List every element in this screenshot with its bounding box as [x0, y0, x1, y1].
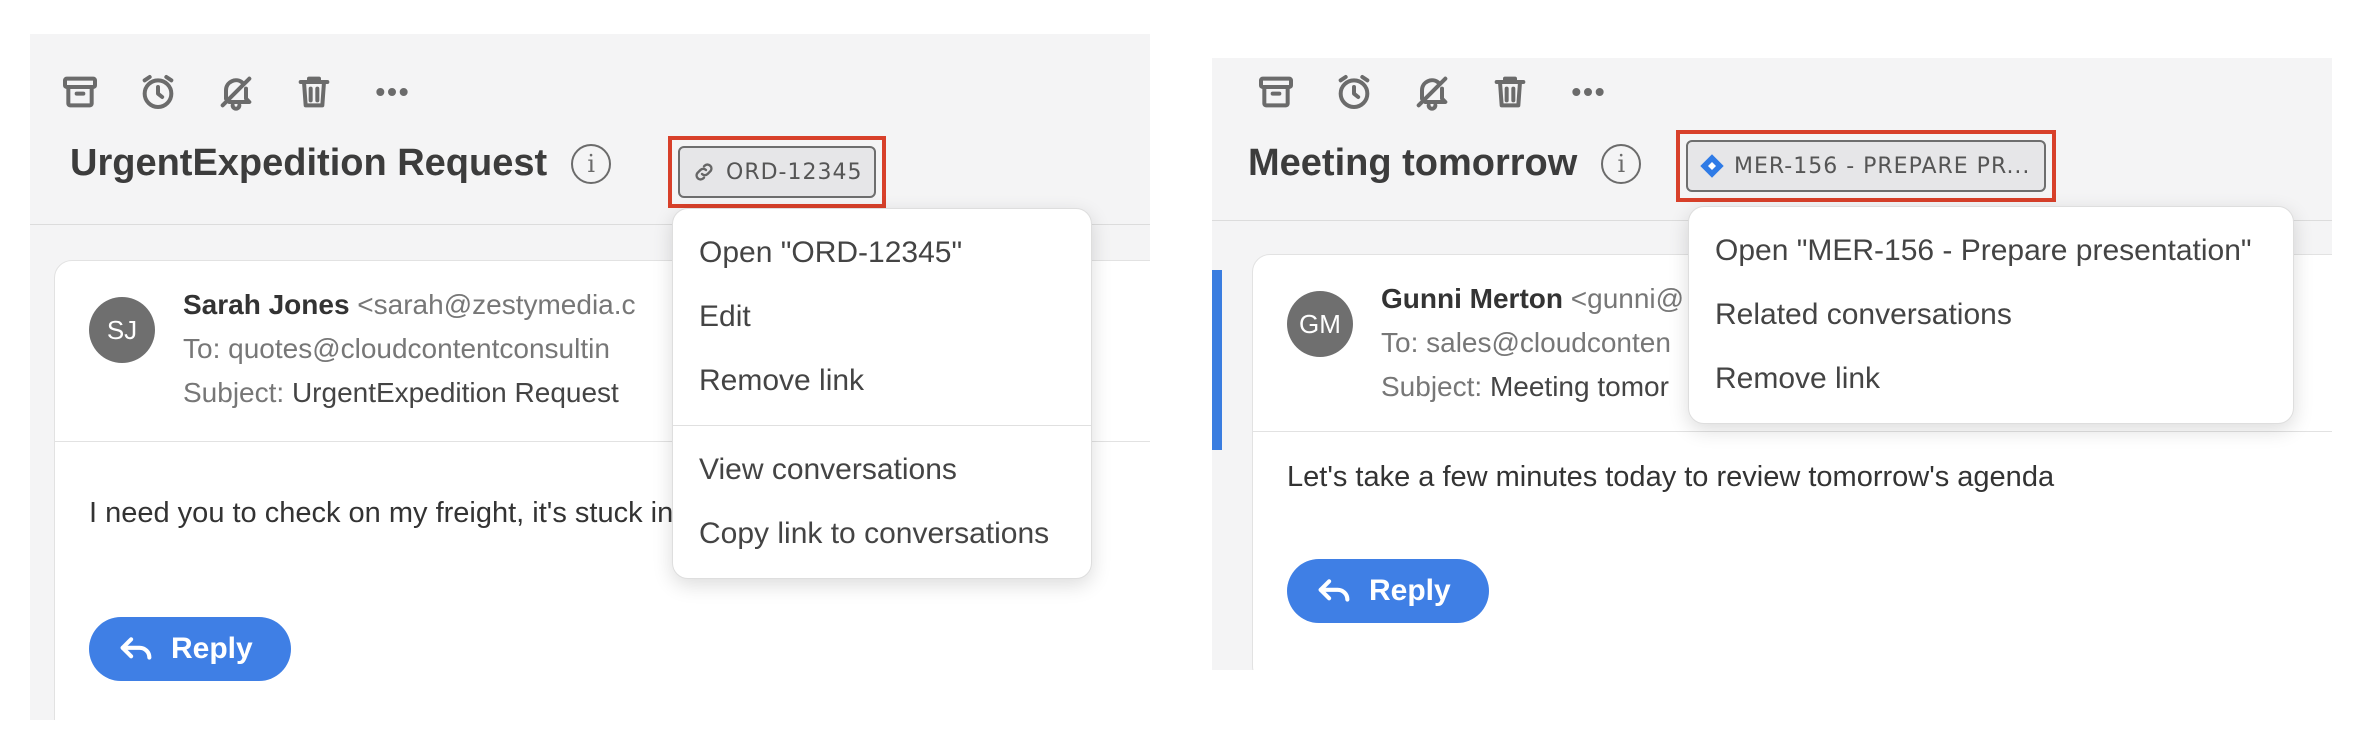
reply-button[interactable]: Reply [1287, 559, 1489, 623]
chip-label: ORD-12345 [726, 159, 863, 185]
menu-item-related-conversations[interactable]: Related conversations [1689, 283, 2293, 347]
trash-icon[interactable] [290, 68, 338, 116]
snooze-clock-icon[interactable] [1330, 68, 1378, 116]
menu-item-edit[interactable]: Edit [673, 285, 1091, 349]
recipient-line: To: sales@cloudconten [1381, 327, 1671, 358]
sender-email: <gunni@ [1562, 283, 1685, 314]
email-panel-left: UrgentExpedition Request i ORD-12345 SJ … [30, 34, 1150, 720]
title-row: UrgentExpedition Request i [70, 142, 612, 185]
avatar: SJ [89, 297, 155, 363]
mute-bell-icon[interactable] [212, 68, 260, 116]
selection-accent-bar [1212, 270, 1222, 450]
menu-item-open[interactable]: Open "MER-156 - Prepare presentation" [1689, 219, 2293, 283]
title-row: Meeting tomorrow i [1248, 142, 1642, 185]
info-icon[interactable]: i [1601, 143, 1642, 184]
menu-item-open[interactable]: Open "ORD-12345" [673, 221, 1091, 285]
link-icon [695, 163, 713, 181]
reply-label: Reply [1369, 574, 1451, 607]
subject-label: Subject: [183, 377, 292, 408]
menu-item-copy-link[interactable]: Copy link to conversations [673, 502, 1091, 566]
jira-diamond-icon [1700, 154, 1724, 178]
sender-name: Sarah Jones [183, 289, 350, 320]
avatar: GM [1287, 291, 1353, 357]
card-divider [1253, 431, 2332, 432]
menu-item-remove-link[interactable]: Remove link [673, 349, 1091, 413]
menu-divider [673, 425, 1091, 426]
info-icon[interactable]: i [571, 143, 612, 184]
message-header: Sarah Jones <sarah@zestymedia.c To: quot… [183, 283, 636, 415]
snooze-clock-icon[interactable] [134, 68, 182, 116]
reply-arrow-icon [120, 637, 152, 660]
page-title: UrgentExpedition Request [70, 142, 548, 184]
more-icon[interactable] [1564, 68, 1612, 116]
email-panel-right: Meeting tomorrow i MER-156 - PREPARE PR.… [1212, 58, 2332, 670]
subject-label: Subject: [1381, 371, 1490, 402]
sender-name: Gunni Merton [1381, 283, 1563, 314]
subject-value: Meeting tomor [1489, 371, 1669, 402]
message-header: Gunni Merton <gunni@ To: sales@cloudcont… [1381, 277, 1684, 409]
archive-icon[interactable] [56, 68, 104, 116]
message-body: Let's take a few minutes today to review… [1287, 461, 2055, 493]
archive-icon[interactable] [1252, 68, 1300, 116]
chip-label: MER-156 - PREPARE PR... [1734, 153, 2031, 179]
chip-context-menu: Open "MER-156 - Prepare presentation" Re… [1688, 206, 2294, 424]
trash-icon[interactable] [1486, 68, 1534, 116]
reply-arrow-icon [1318, 579, 1350, 602]
linked-item-chip[interactable]: ORD-12345 [678, 146, 876, 198]
chip-highlight: ORD-12345 [668, 136, 886, 208]
mute-bell-icon[interactable] [1408, 68, 1456, 116]
linked-item-chip[interactable]: MER-156 - PREPARE PR... [1686, 140, 2046, 192]
sender-email: <sarah@zestymedia.c [349, 289, 636, 320]
chip-highlight: MER-156 - PREPARE PR... [1676, 130, 2056, 202]
page-title: Meeting tomorrow [1248, 142, 1578, 184]
reply-label: Reply [171, 632, 253, 665]
reply-button[interactable]: Reply [89, 617, 291, 681]
subject-value: UrgentExpedition Request [291, 377, 619, 408]
chip-context-menu: Open "ORD-12345" Edit Remove link View c… [672, 208, 1092, 579]
more-icon[interactable] [368, 68, 416, 116]
menu-item-view-conversations[interactable]: View conversations [673, 438, 1091, 502]
recipient-line: To: quotes@cloudcontentconsultin [183, 333, 610, 364]
menu-item-remove-link[interactable]: Remove link [1689, 347, 2293, 411]
toolbar [56, 68, 416, 116]
toolbar [1252, 68, 1612, 116]
